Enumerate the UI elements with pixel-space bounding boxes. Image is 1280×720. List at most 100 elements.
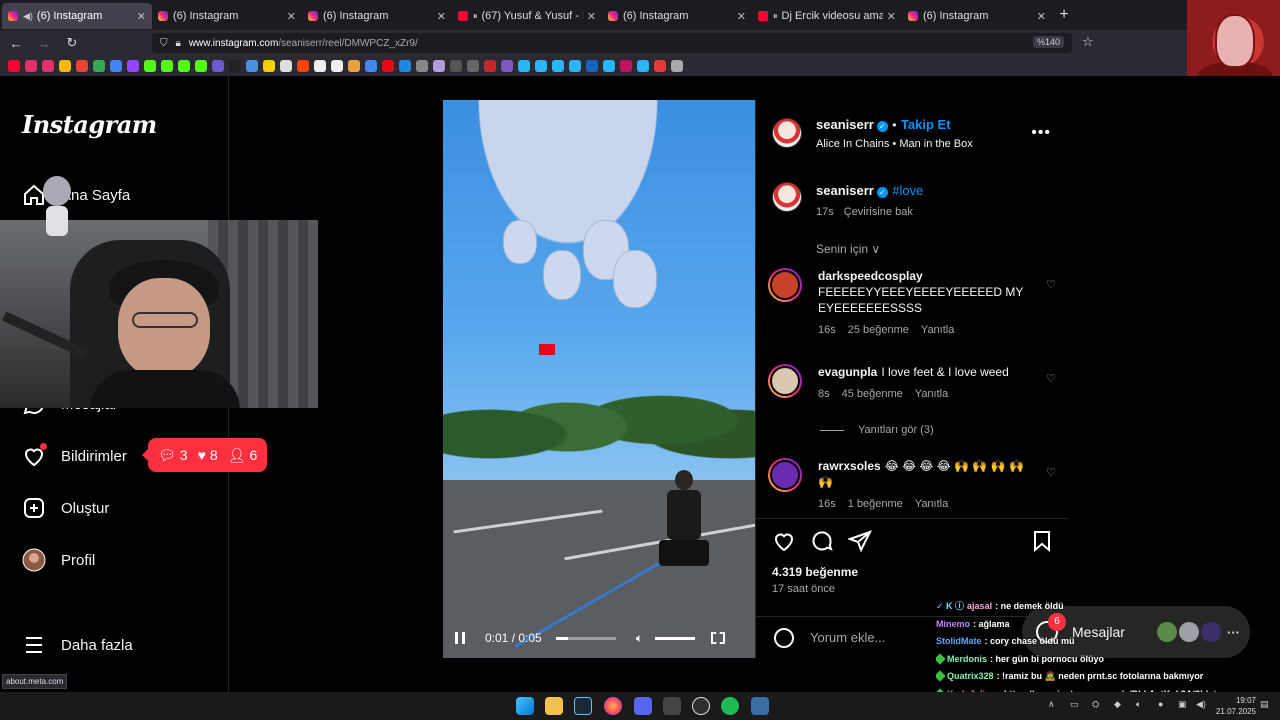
- tray-icon[interactable]: ▣: [1178, 699, 1187, 710]
- notification-counts-popover[interactable]: 💬︎ 3 ♥ 8 👤︎ 6: [141, 438, 268, 472]
- firefox-icon[interactable]: [604, 697, 622, 715]
- discord-icon[interactable]: [634, 697, 652, 715]
- bookmark-icon[interactable]: [450, 60, 462, 72]
- avatar[interactable]: [768, 364, 802, 398]
- see-translation-link[interactable]: Çevirisine bak: [844, 206, 913, 218]
- speaker-icon[interactable]: ◀): [23, 11, 33, 22]
- lock-icon[interactable]: 🔒︎: [176, 38, 181, 49]
- bookmark-icon[interactable]: [637, 60, 649, 72]
- reply-button[interactable]: Yanıtla: [921, 324, 954, 336]
- bookmark-icon[interactable]: [195, 60, 207, 72]
- bookmark-icon[interactable]: [620, 60, 632, 72]
- more-options-icon[interactable]: •••: [1031, 124, 1051, 142]
- reply-button[interactable]: Yanıtla: [915, 498, 948, 510]
- steam-icon[interactable]: [574, 697, 592, 715]
- obs-icon[interactable]: [692, 697, 710, 715]
- bookmark-icon[interactable]: [42, 60, 54, 72]
- bookmark-icon[interactable]: [552, 60, 564, 72]
- comment-username[interactable]: rawrxsoles: [818, 459, 881, 473]
- bookmark-icon[interactable]: [280, 60, 292, 72]
- follow-button[interactable]: Takip Et: [901, 117, 951, 132]
- bookmark-icon[interactable]: [433, 60, 445, 72]
- instagram-logo[interactable]: Instagram: [22, 110, 157, 139]
- bookmark-icon[interactable]: [467, 60, 479, 72]
- sidebar-item-create[interactable]: Oluştur: [22, 496, 109, 520]
- comment-like-heart-icon[interactable]: ♡: [1046, 372, 1056, 385]
- comment-sort-dropdown[interactable]: Senin için ∨: [816, 242, 880, 256]
- bookmark-icon[interactable]: [110, 60, 122, 72]
- comment-likes[interactable]: 45 beğenme: [842, 388, 903, 400]
- comment-like-heart-icon[interactable]: ♡: [1046, 278, 1056, 291]
- post-username[interactable]: seaniserr: [816, 117, 874, 132]
- bookmark-icon[interactable]: [399, 60, 411, 72]
- forward-arrow-icon[interactable]: →: [32, 36, 56, 51]
- bookmark-icon[interactable]: [416, 60, 428, 72]
- reload-icon[interactable]: ↻: [60, 35, 84, 51]
- bookmark-icon[interactable]: [59, 60, 71, 72]
- browser-tab[interactable]: (6) Instagram ✕: [902, 3, 1052, 29]
- reply-button[interactable]: Yanıtla: [915, 388, 948, 400]
- url-bar[interactable]: ⛉ 🔒︎ www.instagram.com/seaniserr/reel/DM…: [152, 33, 1072, 53]
- comment-bubble-icon[interactable]: [810, 529, 834, 558]
- back-arrow-icon[interactable]: ←: [4, 36, 28, 51]
- browser-tab[interactable]: (6) Instagram ✕: [152, 3, 302, 29]
- like-count[interactable]: 4.319 beğenme: [772, 565, 858, 579]
- app-icon[interactable]: [663, 697, 681, 715]
- system-clock[interactable]: 19:07 21.07.2025: [1216, 695, 1256, 717]
- bookmark-icon[interactable]: [671, 60, 683, 72]
- browser-tab[interactable]: ⏸Dj Ercik videosu ama kelime✕: [752, 3, 902, 29]
- bookmark-icon[interactable]: [93, 60, 105, 72]
- emoji-icon[interactable]: [774, 627, 794, 648]
- sidebar-item-notifications[interactable]: Bildirimler: [22, 443, 127, 468]
- close-tab-icon[interactable]: ✕: [587, 10, 596, 23]
- volume-icon[interactable]: 🔈︎: [1136, 699, 1141, 710]
- bookmark-icon[interactable]: [382, 60, 394, 72]
- bookmark-icon[interactable]: [365, 60, 377, 72]
- volume-icon[interactable]: 🔈︎: [636, 631, 643, 646]
- bookmark-icon[interactable]: [246, 60, 258, 72]
- bookmark-icon[interactable]: [518, 60, 530, 72]
- windows-start-icon[interactable]: [516, 697, 534, 715]
- see-replies-button[interactable]: Yanıtları gör (3): [820, 424, 934, 436]
- bookmark-icon[interactable]: [161, 60, 173, 72]
- browser-tab[interactable]: (6) Instagram ✕: [302, 3, 452, 29]
- comment-likes[interactable]: 25 beğenme: [848, 324, 909, 336]
- tray-icon[interactable]: ◆: [1114, 699, 1121, 710]
- bookmark-icon[interactable]: [229, 60, 241, 72]
- pause-icon[interactable]: [455, 632, 465, 644]
- sidebar-item-home[interactable]: Ana Sayfa: [22, 183, 130, 207]
- browser-tab[interactable]: ◀) (6) Instagram ✕: [2, 3, 152, 29]
- bookmark-icon[interactable]: [212, 60, 224, 72]
- comment-likes[interactable]: 1 beğenme: [848, 498, 903, 510]
- bookmark-icon[interactable]: [314, 60, 326, 72]
- tray-icon[interactable]: ⛭: [1092, 699, 1099, 710]
- browser-tab[interactable]: (6) Instagram ✕: [602, 3, 752, 29]
- volume-slider[interactable]: [654, 636, 695, 640]
- bookmark-icon[interactable]: [76, 60, 88, 72]
- comment-username[interactable]: evagunpla: [818, 365, 877, 379]
- pause-audio-icon[interactable]: ⏸: [773, 11, 778, 22]
- spotify-icon[interactable]: [721, 697, 739, 715]
- bookmark-icon[interactable]: [603, 60, 615, 72]
- tray-icon[interactable]: ▭: [1070, 699, 1079, 710]
- bookmark-icon[interactable]: [654, 60, 666, 72]
- sidebar-item-more[interactable]: Daha fazla: [22, 633, 133, 657]
- avatar[interactable]: [768, 458, 802, 492]
- caption-username[interactable]: seaniserr: [816, 183, 874, 198]
- sidebar-item-profile[interactable]: Profil: [22, 548, 95, 572]
- share-send-icon[interactable]: [847, 529, 872, 558]
- close-tab-icon[interactable]: ✕: [437, 10, 446, 23]
- like-heart-icon[interactable]: [772, 529, 796, 558]
- app-icon[interactable]: [751, 697, 769, 715]
- speaker-icon[interactable]: ◀): [1196, 699, 1206, 710]
- audio-track[interactable]: Alice In Chains • Man in the Box: [816, 138, 973, 150]
- video-progress-bar[interactable]: [555, 636, 616, 640]
- bookmark-icon[interactable]: [25, 60, 37, 72]
- reel-video-player[interactable]: 0:01 / 0:05 🔈︎: [443, 100, 755, 658]
- close-tab-icon[interactable]: ✕: [887, 10, 896, 23]
- comment-username[interactable]: darkspeedcosplay: [818, 269, 923, 283]
- fullscreen-icon[interactable]: [710, 632, 725, 644]
- file-explorer-icon[interactable]: [545, 697, 563, 715]
- bookmark-icon[interactable]: [535, 60, 547, 72]
- tray-icon[interactable]: ●: [1158, 699, 1163, 709]
